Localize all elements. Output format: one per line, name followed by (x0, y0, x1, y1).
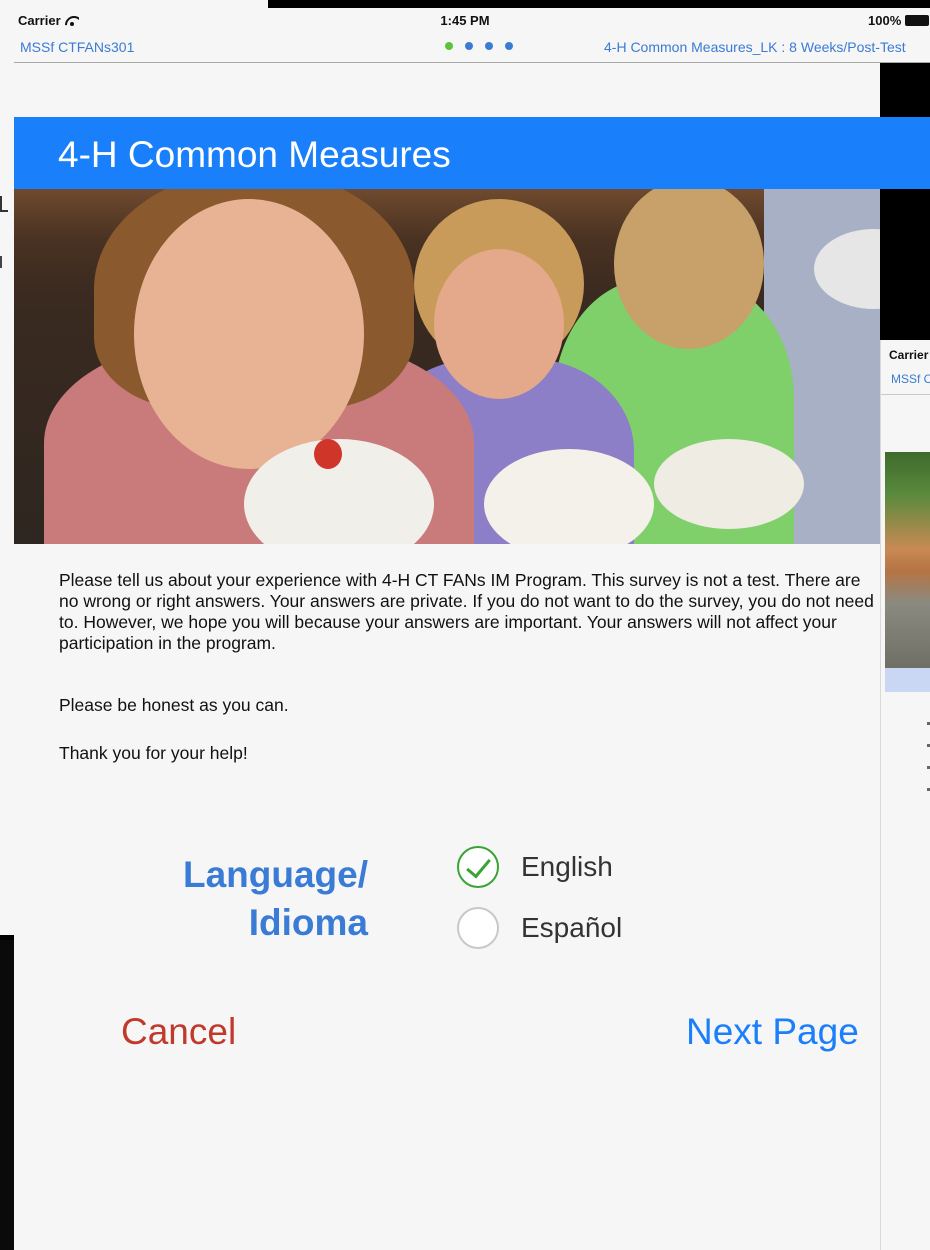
intro-paragraph: Please tell us about your experience wit… (59, 570, 874, 653)
battery-percent: 100% (868, 13, 902, 28)
language-label-line2: Idioma (248, 902, 368, 943)
page-dot-2[interactable] (465, 42, 473, 50)
status-bar: Carrier 1:45 PM 100% (14, 8, 930, 30)
nav-back-link[interactable]: MSSf CTFANs301 (20, 39, 134, 55)
language-label-line1: Language/ (182, 854, 368, 895)
peek-band (885, 668, 930, 692)
background-fragment (0, 256, 6, 268)
option-label: English (521, 851, 613, 882)
page-dot-3[interactable] (485, 42, 493, 50)
clock: 1:45 PM (440, 13, 490, 28)
next-page-button[interactable]: Next Page (686, 1011, 859, 1053)
honesty-text: Please be honest as you can. (59, 695, 289, 715)
thanks-text: Thank you for your help! (59, 743, 248, 763)
language-option-english[interactable]: English (457, 846, 613, 888)
survey-window: Carrier 1:45 PM 100% MSSf CTFANs301 4-H … (14, 8, 930, 1250)
language-label: Language/ Idioma (132, 851, 368, 947)
background-dark-area (0, 940, 14, 1250)
peek-status-text: Carrier (889, 348, 929, 362)
option-label: Español (521, 912, 623, 943)
page-title: 4-H Common Measures (58, 134, 451, 175)
page-dot-4[interactable] (505, 42, 513, 50)
radio-empty-icon[interactable] (457, 907, 499, 949)
page-indicator (445, 42, 513, 50)
nav-bar: MSSf CTFANs301 4-H Common Measures_LK : … (14, 30, 930, 63)
cancel-button[interactable]: Cancel (121, 1011, 236, 1053)
language-option-espanol[interactable]: Español (457, 907, 622, 949)
background-fragment (0, 196, 8, 212)
battery-icon (905, 15, 930, 26)
peek-nav-text: MSSf C (891, 372, 930, 386)
hero-photo (14, 189, 880, 544)
peek-photo (885, 452, 930, 668)
background-window-right: Carrier MSSf C (880, 340, 930, 1250)
peek-divider (881, 394, 930, 395)
page-dot-1[interactable] (445, 42, 453, 50)
survey-title-link[interactable]: 4-H Common Measures_LK : 8 Weeks/Post-Te… (604, 39, 930, 55)
checkmark-icon[interactable] (457, 846, 499, 888)
title-banner: 4-H Common Measures (14, 117, 930, 189)
